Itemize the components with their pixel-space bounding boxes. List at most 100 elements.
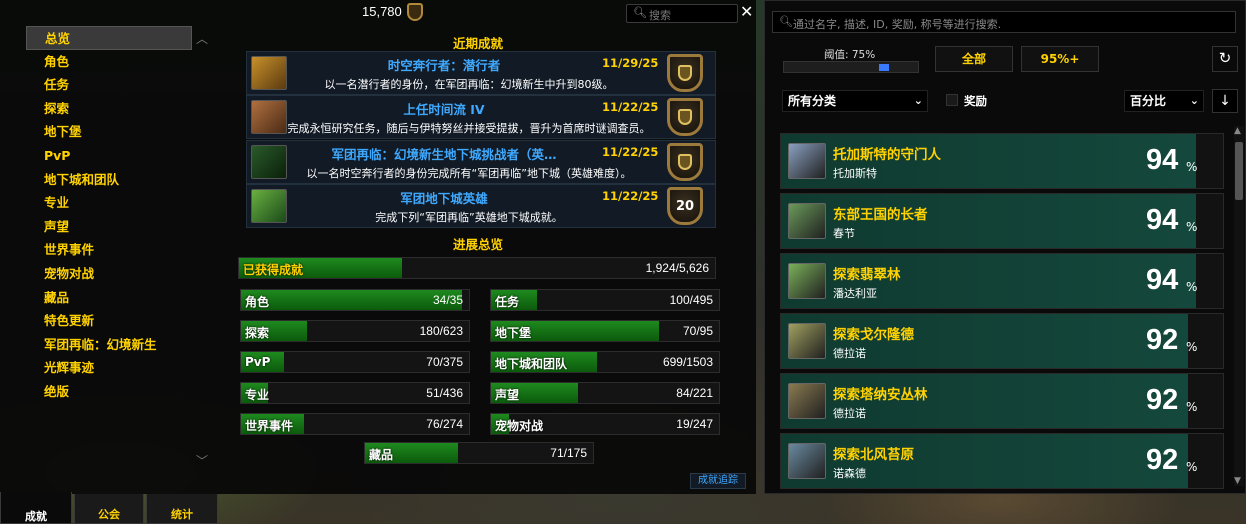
progress-bar[interactable]: 探索 180/623 — [240, 320, 470, 342]
progress-bar[interactable]: 地下城和团队 699/1503 — [490, 351, 720, 373]
category-item[interactable]: 声望 — [26, 215, 192, 239]
percent-sign: % — [1186, 160, 1198, 174]
recent-achievement[interactable]: 时空奔行者：潜行者 11/29/25 以一名潜行者的身份，在军团再临：幻境新生中… — [246, 51, 716, 95]
achievement-icon — [788, 443, 826, 479]
category-item[interactable]: 宠物对战 — [26, 262, 192, 286]
category-item[interactable]: 地下城和团队 — [26, 168, 192, 192]
achievement-name: 军团地下城英雄 — [400, 191, 488, 206]
progress-value: 84/221 — [676, 386, 713, 400]
result-zone: 春节 — [833, 227, 855, 240]
achievement-date: 11/22/25 — [602, 100, 659, 114]
lion-crest-icon — [678, 65, 692, 81]
percent-sign: % — [1186, 220, 1198, 234]
progress-bar[interactable]: 专业 51/436 — [240, 382, 470, 404]
result-zone: 潘达利亚 — [833, 287, 877, 300]
achievement-desc: 以一名潜行者的身份，在军团再临：幻境新生中升到80级。 — [324, 78, 614, 91]
result-row[interactable]: 探索北风苔原 诺森德 92 % — [780, 433, 1224, 489]
category-item[interactable]: 藏品 — [26, 286, 192, 310]
category-item[interactable]: 绝版 — [26, 380, 192, 404]
progress-total-bar[interactable]: 已获得成就 1,924/5,626 — [238, 257, 716, 279]
bottom-tab[interactable]: 成就 — [0, 492, 72, 524]
percent-sign: % — [1186, 400, 1198, 414]
result-percent: 92 — [1146, 444, 1179, 476]
scroll-thumb[interactable] — [1235, 142, 1243, 200]
result-scrollbar[interactable]: ▲ ▼ — [1234, 126, 1244, 486]
category-item[interactable]: 任务 — [26, 73, 192, 97]
scroll-down-icon[interactable]: ▼ — [1234, 476, 1241, 486]
category-item[interactable]: 军团再临：幻境新生 — [26, 333, 192, 357]
category-item[interactable]: 光辉事迹 — [26, 356, 192, 380]
progress-value: 100/495 — [669, 293, 713, 307]
recent-achievement[interactable]: 上任时间流 IV 11/22/25 完成永恒研究任务，随后与伊特努丝并接受提拔，… — [246, 95, 716, 139]
achievement-frame: 15,780 🔍︎ 搜索 ✕ 总览 角色 任务 探索 地下堡 PvP 地下城和团队 专业 声望世… — [0, 0, 756, 494]
search-input[interactable]: 🔍︎ 搜索 — [626, 4, 738, 23]
sort-select-value: 百分比 — [1130, 94, 1167, 108]
category-item[interactable]: 探索 — [26, 97, 192, 121]
tracking-button[interactable]: 成就追踪 — [690, 473, 746, 489]
progress-value: 34/35 — [432, 293, 463, 307]
recent-achievement[interactable]: 军团再临：幻境新生地下城挑战者（英… 11/22/25 以一名时空奔行者的身份完… — [246, 140, 716, 184]
reward-checkbox[interactable] — [946, 94, 958, 106]
result-list: 托加斯特的守门人 托加斯特 94 % 东部王国的长者 春节 94 % 探索翡翠林… — [777, 126, 1229, 494]
achievement-shield-icon — [667, 54, 703, 92]
result-percent: 94 — [1146, 264, 1179, 296]
category-item[interactable]: 地下堡 — [26, 120, 192, 144]
progress-bar[interactable]: 宠物对战 19/247 — [490, 413, 720, 435]
category-item[interactable]: 世界事件 — [26, 238, 192, 262]
filter-all-button[interactable]: 全部 — [935, 46, 1013, 72]
category-scroll-up-icon[interactable]: ︿ — [196, 30, 208, 47]
achievement-search-input[interactable]: 🔍︎ 通过名字, 描述, ID, 奖励, 称号等进行搜索. — [772, 11, 1236, 33]
progress-bar[interactable]: PvP 70/375 — [240, 351, 470, 373]
result-name: 探索塔纳安丛林 — [833, 387, 928, 403]
progress-label: 任务 — [495, 295, 520, 309]
progress-label: PvP — [245, 355, 271, 369]
progress-bar[interactable]: 声望 84/221 — [490, 382, 720, 404]
bottom-tab[interactable]: 公会 — [74, 494, 144, 524]
slider-thumb[interactable] — [878, 64, 889, 71]
close-button[interactable]: ✕ — [740, 2, 753, 21]
recent-achievement[interactable]: 军团地下城英雄 11/22/25 完成下列“军团再临”英雄地下城成就。 20 — [246, 184, 716, 228]
progress-bar[interactable]: 地下堡 70/95 — [490, 320, 720, 342]
progress-label: 专业 — [245, 388, 270, 402]
category-item[interactable]: 角色 — [26, 50, 192, 74]
result-row[interactable]: 探索塔纳安丛林 德拉诺 92 % — [780, 373, 1224, 429]
category-item[interactable]: 专业 — [26, 191, 192, 215]
progress-value: 51/436 — [426, 386, 463, 400]
category-item[interactable]: 总览 — [26, 26, 192, 50]
achievement-search-placeholder: 通过名字, 描述, ID, 奖励, 称号等进行搜索. — [793, 18, 1002, 31]
filter-95-button[interactable]: 95%+ — [1021, 46, 1099, 72]
category-select-value: 所有分类 — [788, 94, 837, 108]
progress-bar[interactable]: 世界事件 76/274 — [240, 413, 470, 435]
result-name: 探索北风苔原 — [833, 447, 914, 463]
result-row[interactable]: 探索戈尔隆德 德拉诺 92 % — [780, 313, 1224, 369]
category-item[interactable]: 特色更新 — [26, 309, 192, 333]
result-row[interactable]: 东部王国的长者 春节 94 % — [780, 193, 1224, 249]
threshold-label: 阈值: 75% — [824, 49, 876, 61]
category-scroll-down-icon[interactable]: ﹀ — [196, 452, 208, 469]
category-select[interactable]: 所有分类 ⌄ — [782, 90, 928, 112]
scroll-up-icon[interactable]: ▲ — [1234, 126, 1241, 136]
achievement-desc: 完成下列“军团再临”英雄地下城成就。 — [375, 211, 563, 224]
refresh-icon[interactable]: ↻ — [1212, 46, 1238, 72]
result-percent: 94 — [1146, 204, 1179, 236]
result-row[interactable]: 探索翡翠林 潘达利亚 94 % — [780, 253, 1224, 309]
result-name: 探索戈尔隆德 — [833, 327, 914, 343]
result-row[interactable]: 托加斯特的守门人 托加斯特 94 % — [780, 133, 1224, 189]
sort-direction-button[interactable]: ↓ — [1212, 89, 1238, 113]
progress-total-label: 已获得成就 — [243, 263, 304, 277]
achievement-shield-icon — [407, 3, 423, 21]
progress-bar[interactable]: 角色 34/35 — [240, 289, 470, 311]
category-item[interactable]: PvP — [26, 144, 192, 168]
progress-bar[interactable]: 任务 100/495 — [490, 289, 720, 311]
progress-value: 76/274 — [426, 417, 463, 431]
threshold-slider[interactable] — [783, 61, 919, 73]
achievement-name: 上任时间流 IV — [403, 102, 485, 117]
achievement-points-value: 20 — [675, 198, 695, 214]
sort-select[interactable]: 百分比 ⌄ — [1124, 90, 1204, 112]
progress-label: 地下城和团队 — [495, 357, 568, 371]
percent-sign: % — [1186, 280, 1198, 294]
bottom-tab[interactable]: 统计 — [146, 494, 218, 524]
progress-title: 进展总览 — [452, 237, 503, 252]
progress-bar[interactable]: 藏品 71/175 — [364, 442, 594, 464]
result-percent: 92 — [1146, 324, 1179, 356]
